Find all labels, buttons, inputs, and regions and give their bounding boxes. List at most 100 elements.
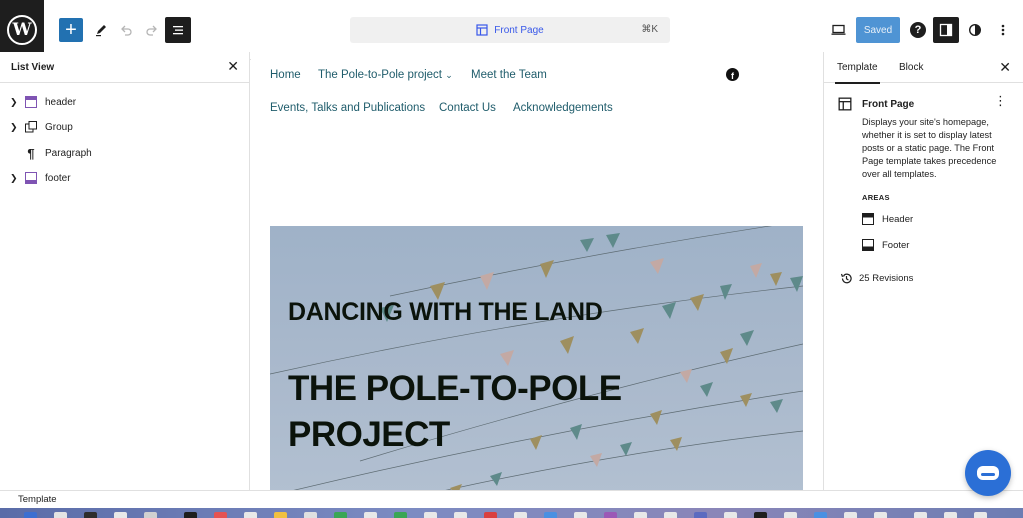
dock-app-icon[interactable]: [364, 512, 377, 518]
breadcrumb[interactable]: Template: [18, 494, 57, 505]
revisions-label: 25 Revisions: [859, 273, 914, 284]
preview-device-button[interactable]: [826, 18, 850, 42]
dock-app-icon[interactable]: [724, 512, 737, 518]
options-button[interactable]: [991, 18, 1015, 42]
dock-app-icon[interactable]: [874, 512, 887, 518]
dock-app-icon[interactable]: [144, 512, 157, 518]
settings-toggle[interactable]: [933, 17, 959, 43]
template-icon: [838, 97, 852, 111]
more-vertical-icon[interactable]: ⋮: [994, 94, 1007, 107]
sidebar-tabs: Template Block ✕: [824, 52, 1023, 84]
template-description: Displays your site's homepage, whether i…: [862, 117, 997, 179]
dock-app-icon[interactable]: [664, 512, 677, 518]
dock-app-icon[interactable]: [844, 512, 857, 518]
dock-app-icon[interactable]: [604, 512, 617, 518]
close-icon[interactable]: ✕: [227, 58, 239, 75]
close-icon[interactable]: ✕: [999, 59, 1011, 76]
hero-subtitle[interactable]: DANCING WITH THE LAND: [288, 298, 603, 327]
dock-app-icon[interactable]: [454, 512, 467, 518]
editor-canvas[interactable]: Home The Pole-to-Pole project ⌄ Meet the…: [251, 52, 823, 490]
dock-app-icon[interactable]: [784, 512, 797, 518]
contrast-icon: [968, 23, 982, 37]
area-item-footer[interactable]: Footer: [862, 237, 909, 253]
dock-app-icon[interactable]: [304, 512, 317, 518]
chevron-down-icon: ⌄: [445, 70, 453, 80]
nav-link-pole-project[interactable]: The Pole-to-Pole project ⌄: [318, 69, 453, 81]
help-icon: ?: [910, 22, 926, 38]
dock-app-icon[interactable]: [754, 512, 767, 518]
template-part-icon: [24, 171, 38, 185]
nav-link-contact[interactable]: Contact Us: [439, 102, 496, 114]
list-item-paragraph[interactable]: ¶ Paragraph: [0, 143, 250, 163]
dock-app-icon[interactable]: [944, 512, 957, 518]
areas-heading: AREAS: [862, 193, 890, 202]
footer-part-icon: [862, 239, 874, 251]
tools-button[interactable]: [89, 18, 113, 42]
dock-app-icon[interactable]: [274, 512, 287, 518]
list-item-group[interactable]: ❯ Group: [0, 117, 250, 137]
dock-app-icon[interactable]: [814, 512, 827, 518]
undo-button[interactable]: [114, 18, 138, 42]
list-view-panel: List View ✕ ❯ header ❯ Group ¶ Paragraph…: [0, 52, 250, 490]
command-shortcut: ⌘K: [641, 24, 658, 35]
desktop-icon: [831, 24, 845, 35]
undo-icon: [121, 25, 132, 36]
list-view-toggle[interactable]: [165, 17, 191, 43]
list-item-label: Paragraph: [45, 147, 92, 159]
dock-app-icon[interactable]: [54, 512, 67, 518]
dock-app-icon[interactable]: [574, 512, 587, 518]
styles-button[interactable]: [963, 18, 987, 42]
history-icon: [840, 273, 852, 284]
list-item-footer[interactable]: ❯ footer: [0, 168, 250, 188]
tab-block[interactable]: Block: [899, 52, 923, 83]
chevron-right-icon[interactable]: ❯: [10, 97, 18, 108]
editor-toolbar: W + Front Page ⌘K Saved ?: [0, 0, 1023, 60]
dock-app-icon[interactable]: [84, 512, 97, 518]
document-bar[interactable]: Front Page ⌘K: [350, 17, 670, 43]
dock-app-icon[interactable]: [184, 512, 197, 518]
list-view-icon: [173, 26, 183, 35]
template-name: Front Page: [862, 99, 915, 110]
wordpress-icon: W: [7, 15, 37, 45]
dock-app-icon[interactable]: [914, 512, 927, 518]
dock-app-icon[interactable]: [214, 512, 227, 518]
tab-template[interactable]: Template: [835, 52, 880, 84]
chevron-right-icon[interactable]: ❯: [10, 122, 18, 133]
nav-link-acknowledgements[interactable]: Acknowledgements: [513, 102, 613, 114]
dock-app-icon[interactable]: [334, 512, 347, 518]
dock-app-icon[interactable]: [114, 512, 127, 518]
facebook-icon[interactable]: f: [726, 68, 739, 81]
list-item-label: header: [45, 96, 77, 108]
template-icon: [476, 24, 488, 36]
save-button[interactable]: Saved: [856, 17, 900, 43]
nav-link-events[interactable]: Events, Talks and Publications: [270, 102, 425, 114]
finder-icon[interactable]: [24, 512, 37, 518]
redo-button[interactable]: [140, 18, 164, 42]
add-block-button[interactable]: +: [59, 18, 83, 42]
dock-app-icon[interactable]: [424, 512, 437, 518]
dock-app-icon[interactable]: [634, 512, 647, 518]
help-button[interactable]: ?: [906, 18, 930, 42]
nav-link-home[interactable]: Home: [270, 69, 301, 81]
template-part-icon: [24, 95, 38, 109]
trash-icon[interactable]: [974, 512, 987, 518]
list-item-header[interactable]: ❯ header: [0, 92, 250, 112]
dock-app-icon[interactable]: [394, 512, 407, 518]
area-label: Footer: [882, 239, 910, 251]
area-item-header[interactable]: Header: [862, 211, 913, 227]
chevron-right-icon[interactable]: ❯: [10, 173, 18, 184]
chat-icon: [977, 466, 999, 480]
hero-title[interactable]: THE POLE-TO-POLE PROJECT: [288, 366, 728, 458]
dock-app-icon[interactable]: [484, 512, 497, 518]
dock-app-icon[interactable]: [694, 512, 707, 518]
dock-app-icon[interactable]: [544, 512, 557, 518]
nav-link-team[interactable]: Meet the Team: [471, 69, 547, 81]
settings-sidebar: Template Block ✕ Front Page ⋮ Displays y…: [823, 52, 1023, 490]
wordpress-logo-button[interactable]: W: [0, 0, 44, 60]
chat-widget-button[interactable]: [965, 450, 1011, 496]
hero-cover[interactable]: DANCING WITH THE LAND THE POLE-TO-POLE P…: [270, 226, 803, 490]
list-view-title: List View: [11, 62, 55, 73]
dock-app-icon[interactable]: [244, 512, 257, 518]
dock-app-icon[interactable]: [514, 512, 527, 518]
revisions-button[interactable]: 25 Revisions: [840, 272, 913, 285]
